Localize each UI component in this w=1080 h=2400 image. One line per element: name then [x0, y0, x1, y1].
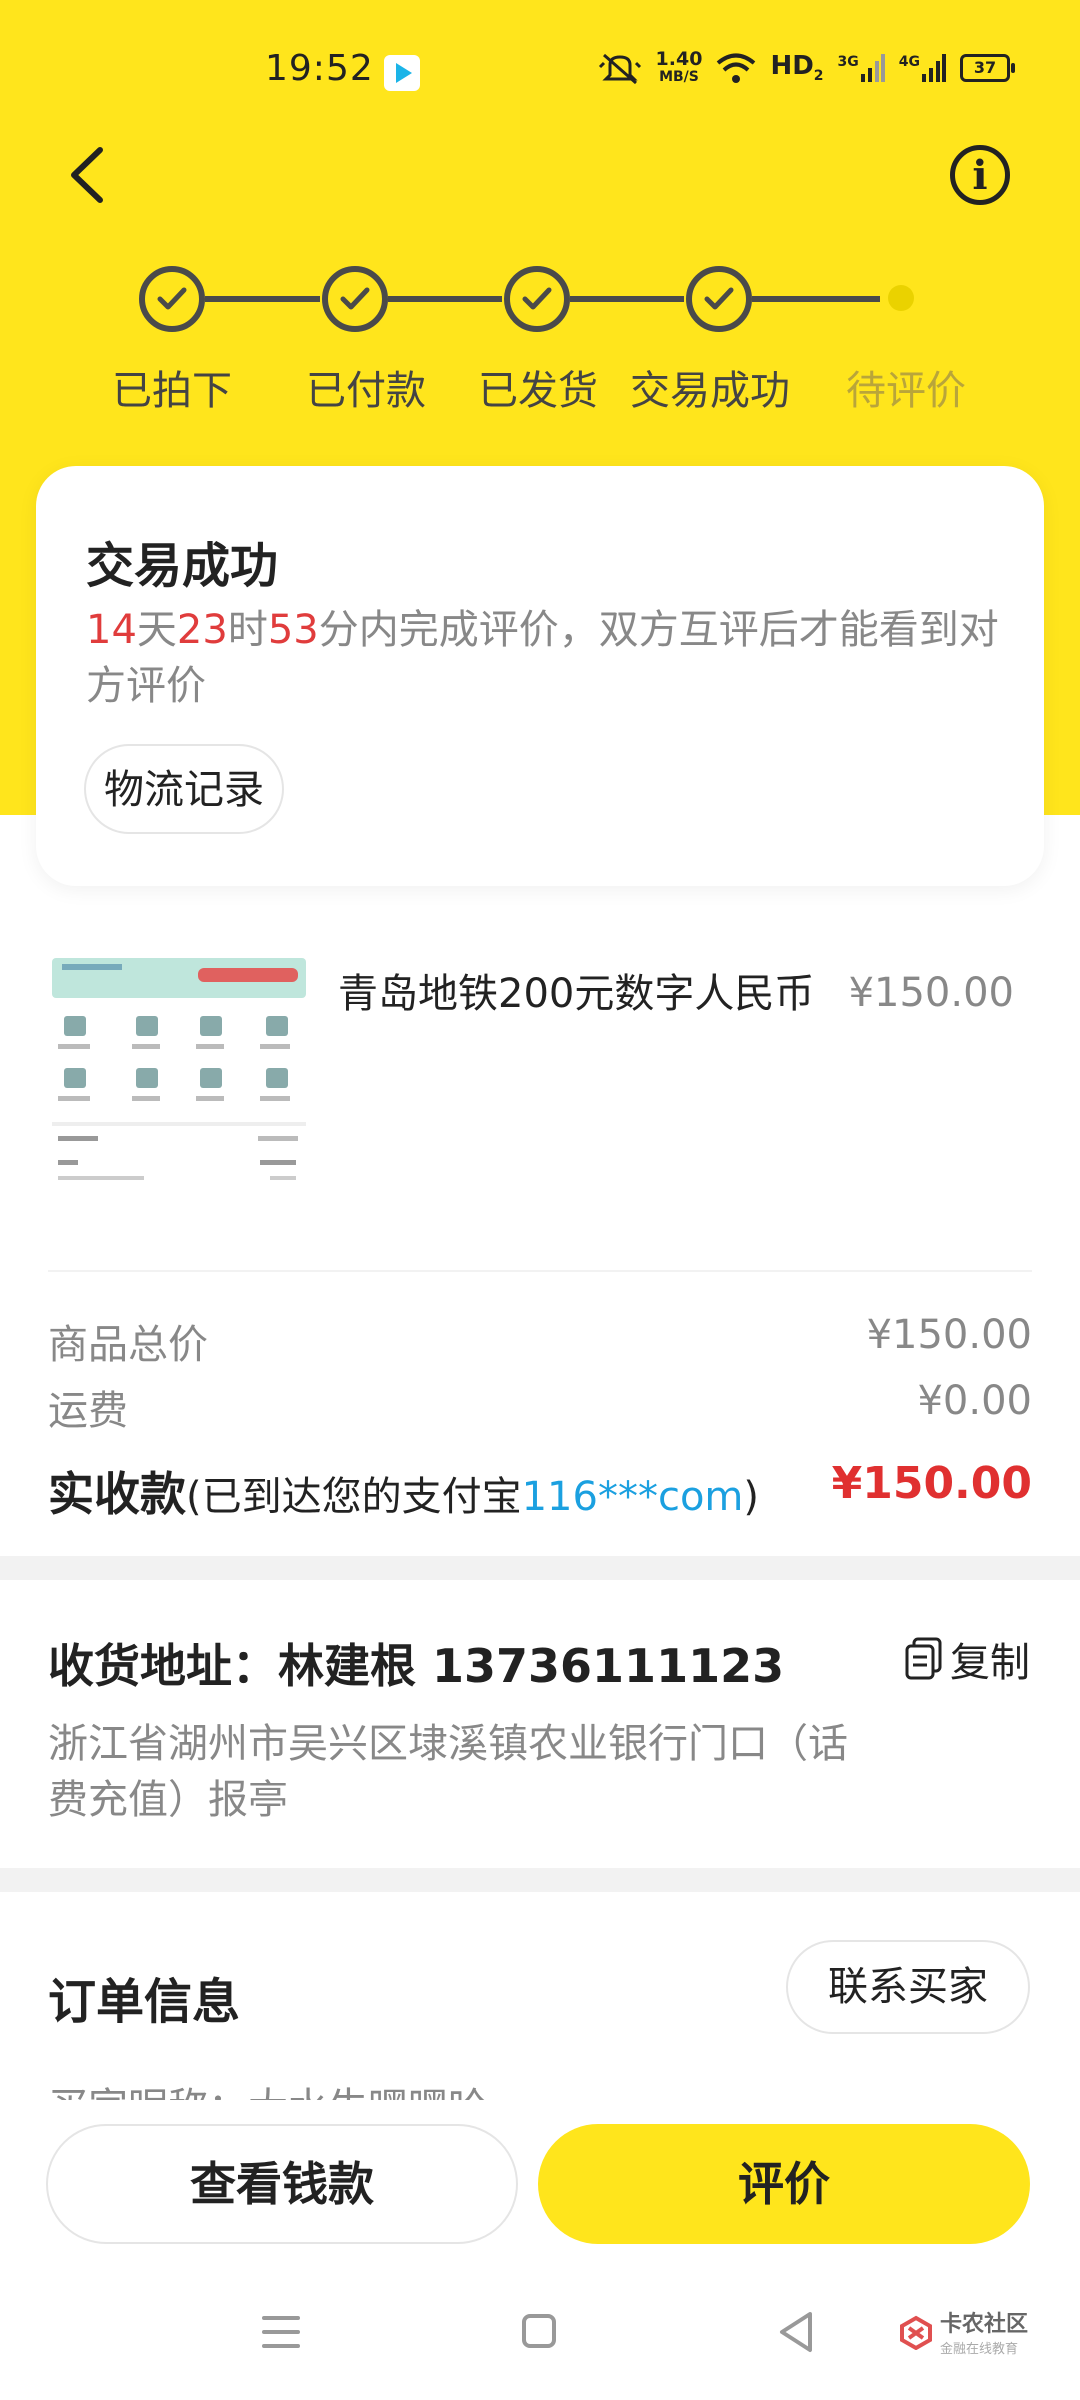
- shipping-label: 运费: [48, 1388, 128, 1434]
- product-item[interactable]: 青岛地铁200元数字人民币 ¥150.00: [48, 950, 1032, 1220]
- net-speed: 1.40 MB/S: [655, 48, 703, 86]
- battery-icon: 37: [960, 53, 1015, 82]
- review-countdown: 14天23时53分内完成评价，双方互评后才能看到对方评价: [86, 607, 999, 709]
- shipping-address-title: 收货地址：林建根 13736111123: [48, 1639, 785, 1693]
- product-screenshot-image: [48, 950, 310, 1212]
- section-gap: [0, 1556, 1080, 1580]
- system-nav-bar: 卡农社区 金融在线教育: [0, 2270, 1080, 2400]
- goods-total-label: 商品总价: [48, 1322, 208, 1368]
- step-5-pending-dot: [888, 285, 914, 311]
- order-info-title: 订单信息: [48, 1974, 241, 2030]
- product-price: ¥150.00: [848, 970, 1014, 1016]
- wifi-icon: [717, 53, 756, 83]
- shipping-value: ¥0.00: [917, 1378, 1032, 1424]
- chevron-left-icon: [71, 147, 103, 203]
- status-bar: 19:52 1.40 MB/S HD2 3G 4G 37: [0, 0, 1080, 145]
- signal-bars-icon: [860, 53, 885, 82]
- info-icon: i: [972, 152, 988, 199]
- goods-total-value: ¥150.00: [866, 1312, 1032, 1358]
- copy-address-button[interactable]: 复制: [904, 1630, 1030, 1688]
- check-icon: [704, 287, 734, 310]
- watermark: 卡农社区 金融在线教育: [898, 2306, 1028, 2357]
- hd-indicator: HD2: [770, 50, 824, 85]
- step-2-check: [322, 266, 388, 332]
- step-connector: [570, 296, 684, 302]
- product-title: 青岛地铁200元数字人民币: [338, 971, 815, 1017]
- goods-total-row: 商品总价 ¥150.00: [48, 1312, 1032, 1370]
- back-triangle-icon[interactable]: [776, 2310, 816, 2354]
- divider: [48, 1270, 1032, 1272]
- step-label: 待评价: [846, 368, 966, 414]
- received-amount: ¥150.00: [831, 1458, 1032, 1509]
- signal-4g: 4G: [899, 53, 946, 82]
- status-icons: 1.40 MB/S HD2 3G 4G 37: [598, 48, 1015, 86]
- address-detail: 浙江省湖州市吴兴区埭溪镇农业银行门口（话费充值）报亭: [48, 1721, 848, 1823]
- step-1-check: [139, 266, 205, 332]
- shipping-row: 运费 ¥0.00: [48, 1378, 1032, 1436]
- signal-3g: 3G: [838, 53, 885, 82]
- step-label: 已付款: [306, 368, 426, 414]
- info-button[interactable]: i: [950, 145, 1010, 205]
- step-connector: [388, 296, 502, 302]
- home-icon[interactable]: [522, 2314, 556, 2348]
- rate-button[interactable]: 评价: [538, 2124, 1030, 2244]
- step-label: 已发货: [478, 368, 598, 414]
- back-button[interactable]: [60, 140, 120, 210]
- watermark-logo-icon: [900, 2315, 932, 2350]
- step-4-check: [686, 266, 752, 332]
- section-gap: [0, 1868, 1080, 1892]
- product-thumbnail: [48, 950, 310, 1212]
- step-label: 交易成功: [630, 368, 790, 414]
- signal-bars-icon: [922, 53, 946, 82]
- contact-buyer-button[interactable]: 联系买家: [786, 1940, 1030, 2034]
- copy-icon: [905, 1637, 942, 1680]
- step-connector: [752, 296, 880, 302]
- trade-status-card: 交易成功 14天23时53分内完成评价，双方互评后才能看到对方评价 物流记录: [36, 466, 1044, 886]
- order-progress: 已拍下 已付款 已发货 交易成功 待评价: [0, 260, 1080, 420]
- step-connector: [205, 296, 320, 302]
- clock: 19:52: [265, 48, 374, 89]
- trade-status-title: 交易成功: [86, 538, 279, 594]
- check-icon: [522, 287, 552, 310]
- mute-bell-icon: [598, 53, 641, 84]
- copy-label: 复制: [950, 1640, 1030, 1686]
- alipay-account: 116***com: [521, 1474, 744, 1520]
- check-icon: [157, 287, 187, 310]
- step-3-check: [504, 266, 570, 332]
- logistics-record-button[interactable]: 物流记录: [84, 744, 284, 834]
- menu-icon[interactable]: [262, 2316, 300, 2358]
- received-amount-row: 实收款(已到达您的支付宝116***com) ¥150.00: [48, 1458, 1032, 1521]
- step-label: 已拍下: [112, 368, 232, 414]
- received-label: 实收款: [48, 1467, 186, 1521]
- view-money-button[interactable]: 查看钱款: [46, 2124, 518, 2244]
- video-app-icon: [384, 55, 420, 91]
- bottom-action-bar: 查看钱款 评价: [0, 2100, 1080, 2270]
- buyer-nickname: 买家昵称：大水牛嘿嘿哈: [48, 2080, 1032, 2100]
- check-icon: [340, 287, 370, 310]
